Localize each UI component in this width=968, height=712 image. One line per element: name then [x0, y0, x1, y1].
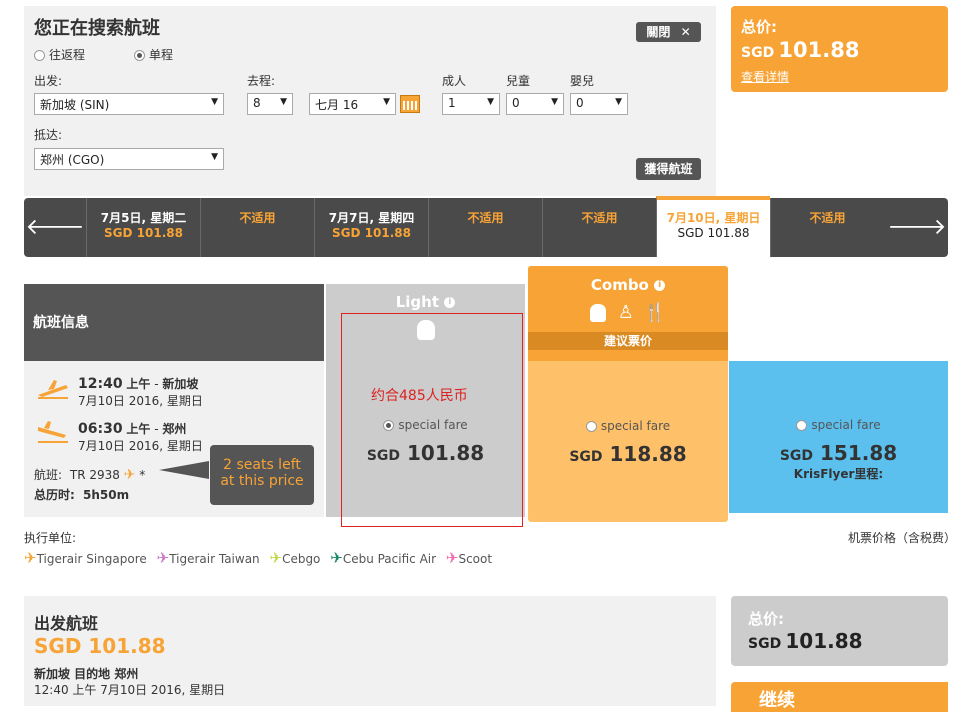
- operator-plane-icon: ✈: [445, 549, 459, 567]
- total2-label: 总价:: [748, 610, 784, 628]
- from-label: 出发:: [34, 74, 63, 88]
- operator-plane-icon: ✈: [330, 549, 343, 567]
- prev-dates-button[interactable]: 🡐: [24, 198, 86, 257]
- adult-select[interactable]: 1 ▼: [442, 93, 500, 115]
- child-select[interactable]: 0 ▼: [506, 93, 564, 115]
- operators-label: 执行单位:: [24, 531, 77, 545]
- total-price-box-bottom: 总价: SGD 101.88: [731, 596, 948, 666]
- arrow-right-icon: 🡒: [887, 215, 947, 240]
- combo-icons: ♙ 🍴: [528, 302, 728, 323]
- chevron-down-icon: ▼: [211, 97, 218, 107]
- chevron-down-icon: ▼: [487, 97, 494, 107]
- next-dates-button[interactable]: 🡒: [886, 198, 948, 257]
- kris-fare-radio-row[interactable]: special fare: [729, 418, 948, 432]
- flight-info: 12:40 上午 - 新加坡 7月10日 2016, 星期日 06:30 上午 …: [24, 361, 324, 517]
- combo-title: Combo i: [528, 276, 728, 294]
- chevron-down-icon: ▼: [211, 152, 218, 162]
- radio-round[interactable]: [34, 50, 45, 61]
- from-select[interactable]: 新加坡 (SIN) ▼: [34, 93, 224, 115]
- duration: 总历时: 5h50m: [34, 488, 130, 502]
- child-label: 兒童: [506, 74, 531, 88]
- combo-fare-radio-row[interactable]: special fare: [528, 419, 728, 433]
- annotation-highlight-box: [341, 313, 523, 527]
- backpack-icon: [589, 304, 606, 322]
- departure-summary: 出发航班 SGD 101.88 新加坡 目的地 郑州 12:40 上午 7月10…: [24, 596, 716, 706]
- departure-summary-route: 新加坡 目的地 郑州: [34, 667, 139, 681]
- total2-price: SGD 101.88: [748, 629, 863, 653]
- operator-plane-icon: ✈: [156, 549, 170, 567]
- view-details-link[interactable]: 查看详情: [741, 68, 789, 85]
- search-panel: 您正在搜索航班 往返程 单程 出发: 新加坡 (SIN) ▼ 去程: 8 ▼ 七月 …: [24, 6, 716, 196]
- total-label: 总价:: [741, 18, 777, 36]
- arrival-date: 7月10日 2016, 星期日: [78, 439, 203, 453]
- chevron-down-icon: ▼: [383, 97, 390, 107]
- flight-number: 航班: TR 2938 ✈ *: [34, 467, 146, 483]
- landing-icon: [38, 421, 68, 443]
- date-cell: 不适用: [770, 198, 884, 257]
- depart-label: 去程:: [247, 74, 276, 88]
- adult-label: 成人: [442, 74, 467, 88]
- flight-info-header: 航班信息: [24, 284, 324, 361]
- to-label: 抵达:: [34, 128, 63, 142]
- close-button[interactable]: 關閉 ✕: [636, 22, 701, 42]
- infant-select[interactable]: 0 ▼: [570, 93, 628, 115]
- departure-summary-price: SGD 101.88: [34, 634, 166, 658]
- departure-summary-title: 出发航班: [34, 614, 99, 633]
- radio-oneway[interactable]: [134, 50, 145, 61]
- trip-type-round[interactable]: 往返程: [34, 46, 85, 63]
- total-price-box: 总价: SGD 101.88 查看详情: [731, 6, 948, 92]
- chevron-down-icon: ▼: [615, 97, 622, 107]
- arrow-left-icon: 🡐: [25, 215, 85, 240]
- kris-fare-radio[interactable]: [796, 420, 808, 431]
- krisflyer-note: KrisFlyer里程:: [793, 467, 884, 481]
- get-flights-button[interactable]: 獲得航班: [636, 158, 701, 180]
- info-icon[interactable]: i: [444, 297, 456, 308]
- meal-icon: 🍴: [643, 302, 667, 323]
- operator-plane-icon: ✈: [269, 549, 283, 567]
- date-cell: 不适用: [428, 198, 542, 257]
- calendar-icon[interactable]: [400, 95, 420, 113]
- combo-fare-radio[interactable]: [585, 421, 597, 432]
- infant-label: 嬰兒: [570, 74, 595, 88]
- light-title: Light i: [326, 293, 525, 311]
- date-cell-selected[interactable]: 7月10日, 星期日 SGD 101.88: [656, 196, 770, 257]
- date-cell[interactable]: 7月7日, 星期四 SGD 101.88: [314, 198, 428, 257]
- date-cell: 不适用: [542, 198, 656, 257]
- depart-day-select[interactable]: 8 ▼: [247, 93, 293, 115]
- depart-month-select[interactable]: 七月 16 ▼: [309, 93, 396, 115]
- operator-plane-icon: ✈: [24, 549, 37, 567]
- date-strip: 🡐 7月5日, 星期二 SGD 101.88 不适用 7月7日, 星期四 SGD 1…: [24, 196, 948, 257]
- takeoff-icon: [38, 380, 68, 399]
- date-cell: 不适用: [200, 198, 314, 257]
- arrival-line: 06:30 上午 - 郑州: [78, 421, 187, 437]
- seats-left-tooltip: 2 seats left at this price: [210, 445, 314, 505]
- date-cell[interactable]: 7月5日, 星期二 SGD 101.88: [86, 198, 200, 257]
- continue-button[interactable]: 继续: [731, 682, 948, 712]
- close-icon: ✕: [680, 25, 691, 39]
- tigerair-plane-icon: ✈: [123, 467, 136, 483]
- seat-icon: ♙: [617, 302, 634, 323]
- krisflyer-fare-cell[interactable]: special fare SGD 151.88 KrisFlyer里程:: [729, 361, 948, 513]
- to-select[interactable]: 郑州 (CGO) ▼: [34, 148, 224, 170]
- tooltip-pointer: [159, 461, 209, 479]
- operators-legend: ✈Tigerair Singapore ✈Tigerair Taiwan ✈Ce…: [24, 549, 493, 567]
- departure-line: 12:40 上午 - 新加坡: [78, 376, 199, 392]
- trip-type-oneway[interactable]: 单程: [134, 46, 173, 63]
- departure-summary-time: 12:40 上午 7月10日 2016, 星期日: [34, 683, 226, 697]
- combo-fare-price: SGD 118.88: [569, 442, 687, 466]
- departure-date: 7月10日 2016, 星期日: [78, 394, 203, 408]
- info-icon[interactable]: i: [654, 280, 666, 291]
- chevron-down-icon: ▼: [280, 97, 287, 107]
- price-note: 机票价格（含税费）: [848, 531, 957, 545]
- kris-fare-price: SGD 151.88: [779, 441, 898, 465]
- total-price: SGD 101.88: [741, 38, 860, 62]
- search-title: 您正在搜索航班: [34, 18, 160, 39]
- chevron-down-icon: ▼: [551, 97, 558, 107]
- recommended-tag: 建议票价: [528, 332, 728, 350]
